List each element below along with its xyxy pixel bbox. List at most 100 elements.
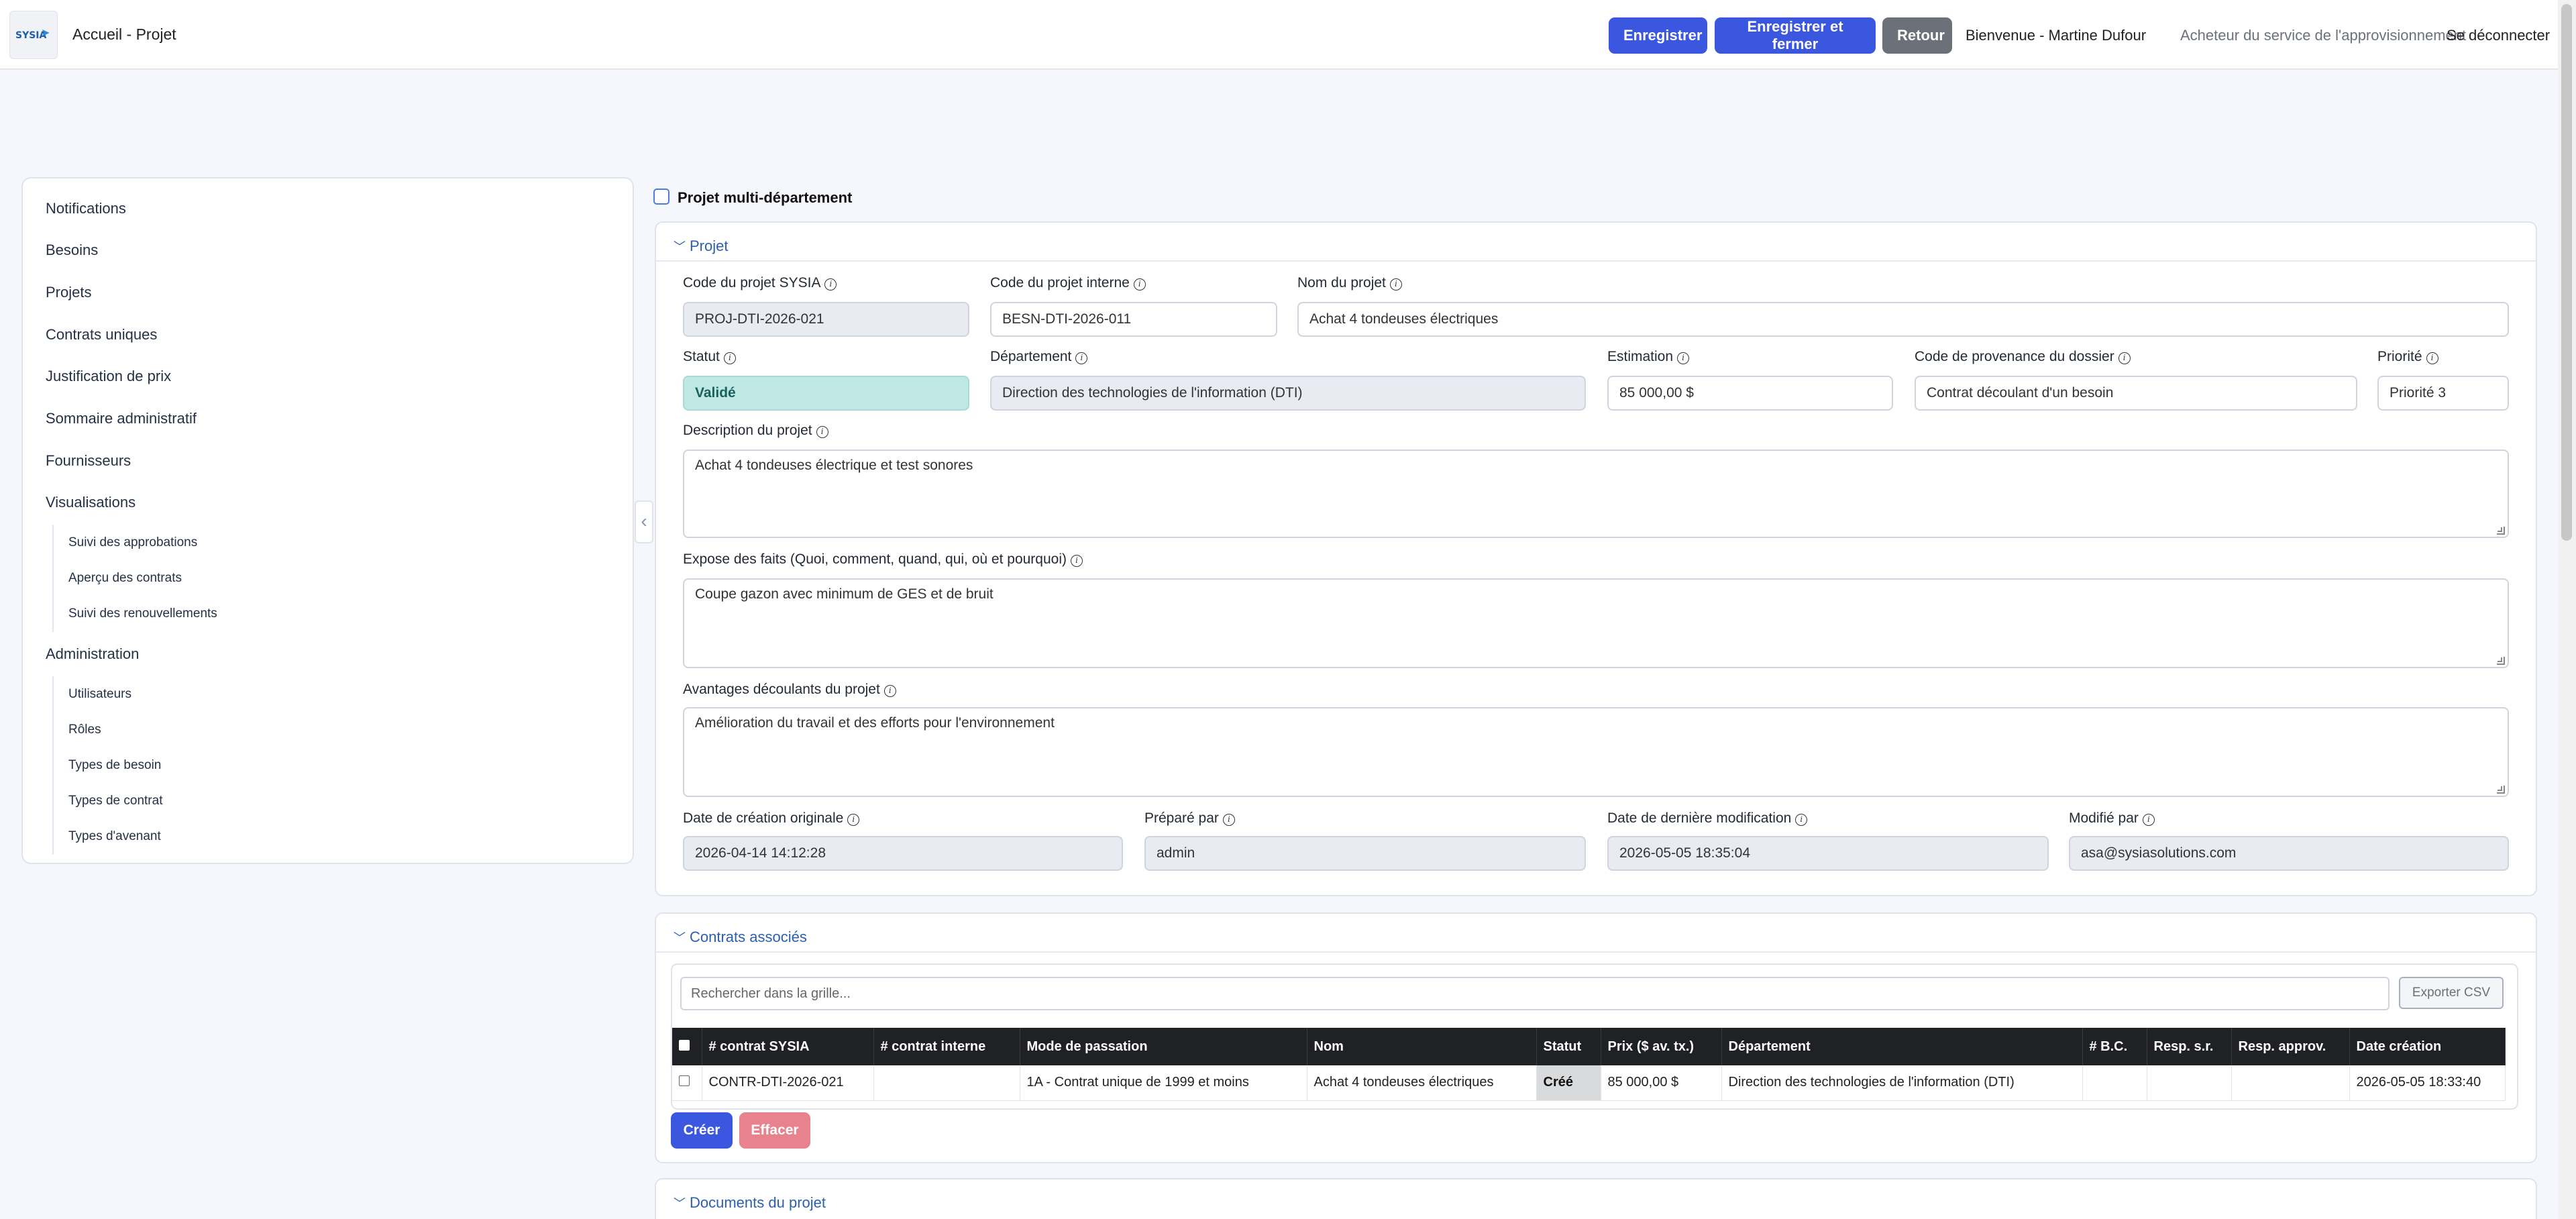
documents-section-header[interactable]: ﹀ Documents du projet [671,1191,1073,1214]
internal-code-field[interactable]: BESN-DTI-2026-011 [990,302,1277,337]
info-icon[interactable]: i [1677,352,1690,364]
sidebar-item-administration[interactable]: Administration [46,645,139,663]
col-status[interactable]: Statut [1536,1028,1601,1065]
cell-resp-approv[interactable] [2231,1065,2350,1101]
sidebar-subitem-roles[interactable]: Rôles [52,712,101,748]
info-icon[interactable]: i [847,814,860,826]
info-icon[interactable]: i [2426,352,2438,364]
benefits-textarea[interactable]: Amélioration du travail et des efforts p… [683,707,2509,797]
checkbox-icon [679,1039,690,1051]
origin-code-field[interactable]: Contrat découlant d'un besoin [1915,376,2357,411]
info-icon[interactable]: i [816,426,828,438]
info-icon[interactable]: i [2142,814,2155,826]
priority-label: Priorité i [2377,349,2438,365]
sidebar-item-visualisations[interactable]: Visualisations [46,494,136,511]
contracts-section-header[interactable]: ﹀ Contrats associés [671,926,1073,949]
description-label-text: Description du projet [683,423,812,438]
col-department[interactable]: Département [1721,1028,2083,1065]
project-name-label: Nom du projet i [1297,275,1402,291]
export-csv-button[interactable]: Exporter CSV [2399,977,2504,1009]
sidebar-subitem-suivi-approbations[interactable]: Suivi des approbations [52,525,197,561]
col-name[interactable]: Nom [1307,1028,1537,1065]
breadcrumb[interactable]: Accueil - Projet [72,25,176,44]
info-icon[interactable]: i [2118,352,2131,364]
sidebar-subitem-apercu-contrats[interactable]: Aperçu des contrats [52,560,182,596]
multi-department-label: Projet multi-département [678,189,853,206]
info-icon[interactable]: i [1075,352,1088,364]
description-textarea[interactable]: Achat 4 tondeuses électrique et test son… [683,449,2509,538]
cell-price[interactable]: 85 000,00 $ [1601,1065,1722,1101]
cell-status[interactable]: Créé [1536,1065,1601,1101]
page-scrollbar-thumb[interactable] [2561,4,2572,541]
info-icon[interactable]: i [1795,814,1808,826]
info-icon[interactable]: i [824,278,837,290]
sidebar-subitem-utilisateurs[interactable]: Utilisateurs [52,676,131,712]
col-sysia-contract[interactable]: # contrat SYSIA [702,1028,874,1065]
department-label: Département i [990,349,1088,365]
sidebar-subitem-suivi-renouvellements[interactable]: Suivi des renouvellements [52,596,217,632]
last-modified-date-label-text: Date de dernière modification [1607,810,1792,826]
cell-department[interactable]: Direction des technologies de l'informat… [1721,1065,2083,1101]
sidebar-subitem-types-contrat[interactable]: Types de contrat [52,783,162,819]
sidebar-item-notifications[interactable]: Notifications [46,200,126,217]
sidebar-item-fournisseurs[interactable]: Fournisseurs [46,452,131,470]
multi-department-checkbox[interactable] [653,189,669,205]
cell-po-number[interactable] [2082,1065,2147,1101]
cell-internal-contract[interactable] [873,1065,1020,1101]
col-price[interactable]: Prix ($ av. tx.) [1601,1028,1722,1065]
sysia-code-label: Code du projet SYSIA i [683,275,837,291]
chevron-down-icon: ﹀ [674,1197,686,1210]
project-name-field[interactable]: Achat 4 tondeuses électriques [1297,302,2509,337]
cell-creation-date[interactable]: 2026-05-05 18:33:40 [2349,1065,2506,1101]
info-icon[interactable]: i [1133,278,1146,290]
info-icon[interactable]: i [723,352,736,364]
resize-handle-icon[interactable] [2497,657,2505,665]
estimate-field[interactable]: 85 000,00 $ [1607,376,1893,411]
sidebar-subitem-types-avenant[interactable]: Types d'avenant [52,818,161,855]
sidebar-item-sommaire-administratif[interactable]: Sommaire administratif [46,410,197,427]
priority-field[interactable]: Priorité 3 [2377,376,2509,411]
cell-procurement-mode[interactable]: 1A - Contrat unique de 1999 et moins [1020,1065,1307,1101]
sysia-logo[interactable]: SYSIA ➤ [9,11,58,59]
prepared-by-label-text: Préparé par [1144,810,1219,826]
logo-arrow-icon: ➤ [41,28,50,39]
save-button[interactable]: Enregistrer [1609,17,1707,54]
col-creation-date[interactable]: Date création [2349,1028,2506,1065]
prepared-by-label: Préparé par i [1144,810,1235,827]
sidebar-subitem-types-besoin[interactable]: Types de besoin [52,747,161,784]
sidebar-item-projets[interactable]: Projets [46,284,91,301]
col-resp-approv[interactable]: Resp. approv. [2231,1028,2350,1065]
back-button[interactable]: Retour [1882,17,1952,54]
cell-sysia-contract[interactable]: CONTR-DTI-2026-021 [702,1065,874,1101]
sidebar-item-contrats-uniques[interactable]: Contrats uniques [46,326,157,343]
cell-resp-sr[interactable] [2147,1065,2232,1101]
row-checkbox[interactable] [672,1065,702,1101]
create-contract-button[interactable]: Créer [671,1112,733,1149]
col-po-number[interactable]: # B.C. [2082,1028,2147,1065]
resize-handle-icon[interactable] [2497,527,2505,535]
table-row[interactable]: CONTR-DTI-2026-021 1A - Contrat unique d… [672,1065,2506,1101]
creation-date-label-text: Date de création originale [683,810,844,826]
col-resp-sr[interactable]: Resp. s.r. [2147,1028,2232,1065]
clear-button[interactable]: Effacer [739,1112,810,1149]
sidebar-item-besoins[interactable]: Besoins [46,242,98,259]
sidebar-item-justification-prix[interactable]: Justification de prix [46,368,171,385]
info-icon[interactable]: i [883,685,896,697]
grid-search-input[interactable]: Rechercher dans la grille... [680,977,2390,1010]
logout-link[interactable]: Se déconnecter [2447,27,2550,44]
resize-handle-icon[interactable] [2497,786,2505,794]
col-internal-contract[interactable]: # contrat interne [873,1028,1020,1065]
info-icon[interactable]: i [1222,814,1235,826]
info-icon[interactable]: i [1071,555,1083,567]
sidebar: Notifications Besoins Projets Contrats u… [21,177,634,864]
info-icon[interactable]: i [1389,278,1402,290]
facts-textarea[interactable]: Coupe gazon avec minimum de GES et de br… [683,578,2509,668]
cell-name[interactable]: Achat 4 tondeuses électriques [1307,1065,1537,1101]
priority-label-text: Priorité [2377,349,2422,364]
sidebar-collapse-chevron-left-icon[interactable]: ‹ [635,500,653,543]
col-procurement-mode[interactable]: Mode de passation [1020,1028,1307,1065]
save-and-close-button[interactable]: Enregistrer et fermer [1715,17,1876,54]
select-all-checkbox[interactable] [672,1028,702,1065]
project-section-header[interactable]: ﹀ Projet [671,235,1073,258]
checkbox-icon [679,1075,690,1087]
